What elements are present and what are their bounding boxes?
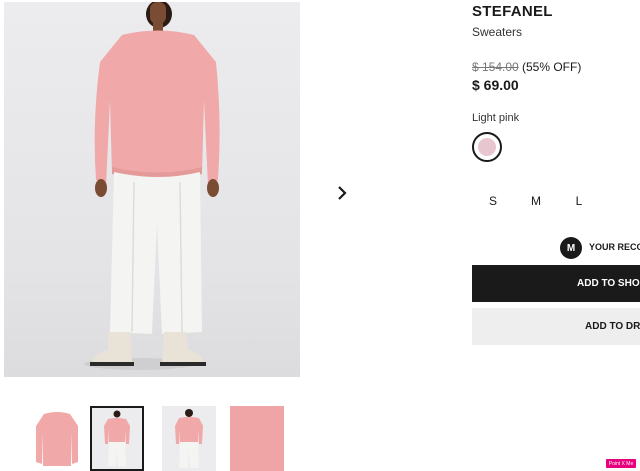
product-category[interactable]: Sweaters	[472, 25, 522, 39]
model-front-thumbnail	[92, 408, 142, 469]
thumbnail-3[interactable]	[162, 406, 216, 471]
add-to-wishlist-button[interactable]: ADD TO DR	[472, 308, 640, 345]
next-image-button[interactable]	[333, 183, 351, 203]
original-price: $ 154.00	[472, 60, 519, 74]
thumbnail-2[interactable]	[90, 406, 144, 471]
add-to-bag-button[interactable]: ADD TO SHO	[472, 265, 640, 302]
discount-label: (55% OFF)	[522, 60, 582, 74]
add-to-bag-label: ADD TO SHO	[577, 278, 640, 289]
product-main-image[interactable]	[4, 2, 300, 377]
sale-price: $ 69.00	[472, 77, 519, 93]
size-option-s[interactable]: S	[483, 194, 503, 208]
model-illustration	[84, 2, 220, 370]
fabric-detail-thumbnail	[230, 406, 284, 471]
chevron-right-icon	[338, 186, 347, 200]
add-to-wishlist-label: ADD TO DR	[585, 321, 640, 332]
color-swatch-light-pink[interactable]	[472, 132, 502, 162]
size-recommendation-link[interactable]: YOUR RECO	[589, 242, 640, 252]
model-back-thumbnail	[162, 406, 216, 471]
thumbnail-1[interactable]	[30, 406, 84, 471]
size-option-l[interactable]: L	[569, 194, 589, 208]
product-brand[interactable]: STEFANEL	[472, 3, 553, 20]
size-option-m[interactable]: M	[526, 194, 546, 208]
thumbnail-4[interactable]	[230, 406, 284, 471]
recommendation-avatar: M	[560, 237, 582, 259]
color-name: Light pink	[472, 112, 520, 124]
swatch-fill	[478, 138, 496, 156]
sweater-flat-thumbnail	[30, 406, 84, 471]
corner-badge[interactable]: Point X Me	[606, 459, 636, 468]
